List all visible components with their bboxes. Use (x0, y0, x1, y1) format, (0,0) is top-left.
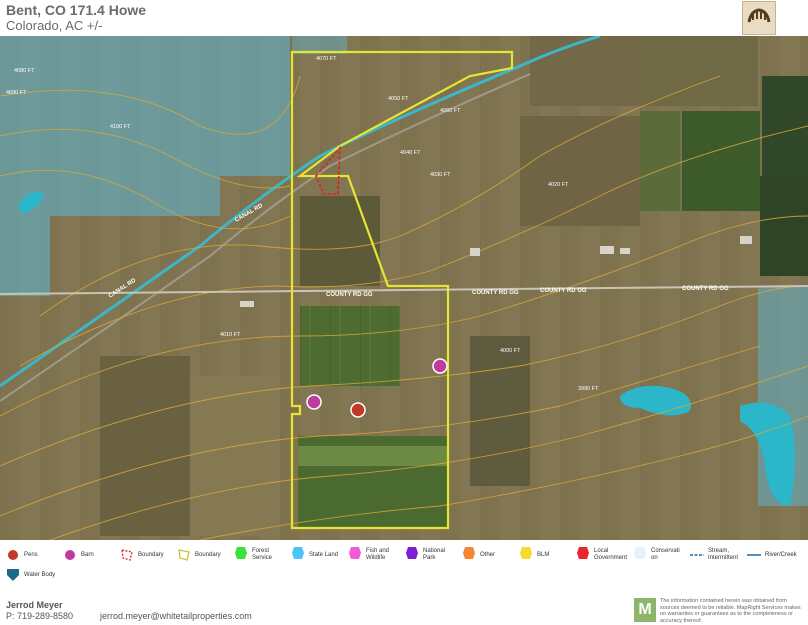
map-header: Bent, CO 171.4 Howe Colorado, AC +/- (0, 0, 808, 36)
barn-icon (63, 548, 77, 562)
barn-marker[interactable] (432, 358, 448, 374)
map-legend: Pens Barn Boundary Boundary Forest Servi… (0, 540, 808, 594)
other-icon (462, 546, 476, 560)
forest-icon (234, 546, 248, 560)
field (298, 446, 448, 466)
water-body-icon (6, 568, 20, 582)
legend-label: Other (480, 552, 496, 558)
disclaimer: The information contained herein was obt… (660, 598, 801, 624)
agent-phone[interactable]: P: 719-289-8580 (6, 611, 73, 621)
brand-logo (742, 1, 776, 35)
field (100, 356, 190, 536)
fish-wildlife-icon (348, 546, 362, 560)
map-canvas[interactable]: 4070 FT 4060 FT 4050 FT 4040 FT 4030 FT … (0, 36, 808, 540)
blm-icon (519, 546, 533, 560)
field (640, 111, 680, 211)
road-label: COUNTY RD GG (682, 286, 729, 292)
legend-label: National Park (423, 548, 446, 561)
field (530, 36, 640, 106)
mapright-logo: M (634, 598, 656, 622)
road-label: COUNTY RD GG (472, 290, 519, 296)
stream-icon (690, 548, 704, 562)
field (520, 116, 640, 226)
field (300, 196, 380, 286)
contour-label: 4070 FT (316, 56, 337, 62)
antler-logo-icon (747, 8, 771, 23)
contour-label: 4030 FT (430, 172, 451, 178)
legend-label: BLM (537, 552, 550, 558)
contour-label: 4060 FT (440, 108, 461, 114)
field (682, 111, 760, 211)
field (760, 176, 808, 276)
legend-label: Boundary (138, 552, 164, 558)
local-gov-icon (576, 546, 590, 560)
contour-label: 4050 FT (388, 96, 409, 102)
page-subtitle: Colorado, AC +/- (6, 18, 103, 33)
contour-label: 4080 FT (14, 68, 35, 74)
agent-name: Jerrod Meyer (6, 600, 63, 610)
state-land-icon (291, 546, 305, 560)
pens-marker[interactable] (350, 402, 366, 418)
contour-label: 4000 FT (500, 348, 521, 354)
national-park-icon (405, 546, 419, 560)
legend-label: Boundary (195, 552, 221, 558)
agent-email[interactable]: jerrod.meyer@whitetailproperties.com (100, 611, 252, 621)
boundary-dashed-icon (120, 548, 134, 562)
legend-label: Fish and Wildlife (366, 548, 390, 561)
conservation-icon (633, 546, 647, 560)
legend-label: Barn (81, 552, 94, 558)
contour-label: 4010 FT (220, 332, 241, 338)
legend-label: State Land (309, 552, 339, 558)
page-title: Bent, CO 171.4 Howe (6, 2, 147, 18)
legend-label: Water Body (24, 572, 56, 578)
legend-label: Conservation (651, 548, 680, 561)
road-label: COUNTY RD GG (540, 288, 587, 294)
legend-label: Stream, Intermittent (708, 548, 739, 561)
contour-label: 4020 FT (548, 182, 569, 188)
field (640, 36, 758, 106)
barn-marker[interactable] (306, 394, 322, 410)
legend-label: Local Government (594, 548, 628, 561)
contour-label: 3990 FT (578, 386, 599, 392)
field (300, 306, 400, 386)
legend-label: Pens (24, 552, 38, 558)
legend-label: Forest Service (252, 548, 273, 561)
river-icon (747, 548, 761, 562)
road-label: COUNTY RD GG (326, 292, 373, 298)
pens-icon (6, 548, 20, 562)
boundary-solid-icon (177, 548, 191, 562)
contour-label: 4090 FT (6, 90, 27, 96)
contour-label: 4100 FT (110, 124, 131, 130)
aerial-map[interactable]: 4070 FT 4060 FT 4050 FT 4040 FT 4030 FT … (0, 36, 808, 540)
legend-label: River/Creek (765, 552, 797, 558)
field (470, 336, 530, 486)
contour-label: 4040 FT (400, 150, 421, 156)
